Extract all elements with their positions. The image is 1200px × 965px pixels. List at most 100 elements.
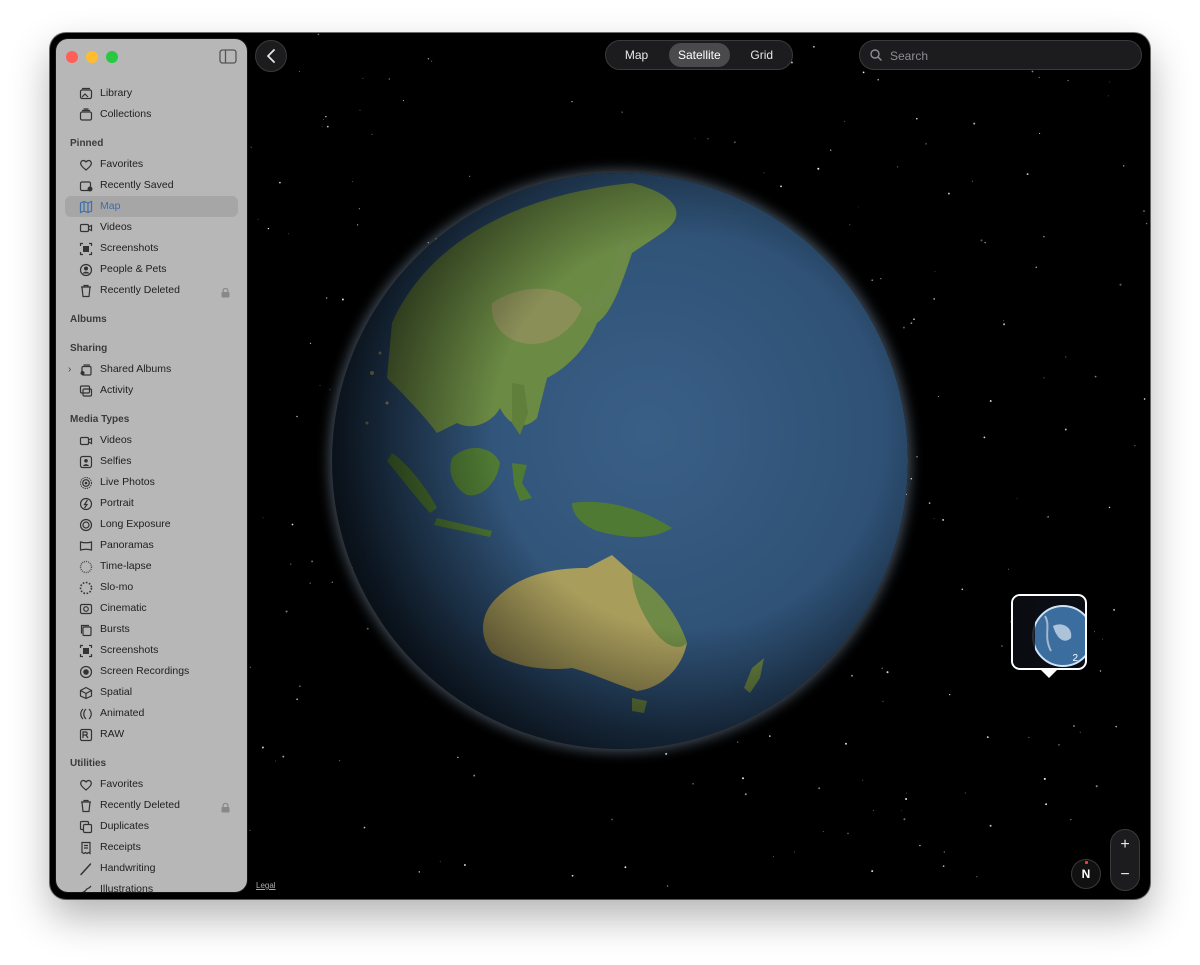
photos-window: Library Collections Pinned Favorites Recentl…: [50, 33, 1150, 899]
sidebar-item-label: Long Exposure: [100, 518, 171, 530]
long-exposure-icon: [79, 518, 93, 531]
close-button[interactable]: [66, 51, 78, 63]
sidebar-section-albums[interactable]: Albums: [56, 309, 247, 330]
tab-satellite[interactable]: Satellite: [668, 43, 730, 67]
receipt-icon: [79, 841, 93, 855]
back-button[interactable]: [255, 40, 287, 72]
sidebar-item-raw[interactable]: RAW: [56, 724, 247, 745]
heart-icon: [79, 778, 93, 791]
trash-icon: [79, 284, 93, 297]
sidebar-item-collections[interactable]: Collections: [56, 104, 247, 125]
sidebar-item-favorites[interactable]: Favorites: [56, 154, 247, 175]
sidebar-item-label: Portrait: [100, 497, 134, 509]
sidebar-item-favorites[interactable]: Favorites: [56, 774, 247, 795]
sidebar-item-recently-saved[interactable]: Recently Saved: [56, 175, 247, 196]
screenshot-icon: [79, 242, 93, 255]
photo-cluster-pin[interactable]: 2: [1011, 594, 1087, 670]
photo-count: 2: [1072, 653, 1078, 664]
video-icon: [79, 434, 93, 447]
tab-map[interactable]: Map: [616, 43, 657, 67]
view-mode-segmented-control: Map Satellite Grid: [605, 40, 793, 70]
sidebar-item-bursts[interactable]: Bursts: [56, 619, 247, 640]
heart-icon: [79, 158, 93, 171]
spatial-icon: [79, 686, 93, 699]
sidebar-section-pinned[interactable]: Pinned: [56, 133, 247, 154]
selfie-icon: [79, 455, 93, 468]
live-photo-icon: [79, 476, 93, 489]
sidebar-item-activity[interactable]: Activity: [56, 380, 247, 401]
person-icon: [79, 263, 93, 276]
sidebar-section-sharing[interactable]: Sharing: [56, 338, 247, 359]
sidebar-item-label: Animated: [100, 707, 145, 719]
sidebar-item-long-exposure[interactable]: Long Exposure: [56, 514, 247, 535]
sidebar-item-shared-albums[interactable]: › Shared Albums: [56, 359, 247, 380]
sidebar-item-time-lapse[interactable]: Time-lapse: [56, 556, 247, 577]
sidebar-item-panoramas[interactable]: Panoramas: [56, 535, 247, 556]
sidebar-item-portrait[interactable]: Portrait: [56, 493, 247, 514]
zoom-button[interactable]: [106, 51, 118, 63]
sidebar-item-label: Recently Deleted: [100, 284, 180, 296]
sidebar-item-slo-mo[interactable]: Slo-mo: [56, 577, 247, 598]
sidebar-item-live-photos[interactable]: Live Photos: [56, 472, 247, 493]
sidebar-item-label: Favorites: [100, 778, 144, 790]
sidebar-item-label: People & Pets: [100, 263, 167, 275]
search-bar[interactable]: [859, 40, 1142, 71]
minimize-button[interactable]: [86, 51, 98, 63]
sidebar-item-label: Shared Albums: [100, 363, 172, 375]
sidebar-item-label: Bursts: [100, 623, 130, 635]
legal-link[interactable]: Legal: [256, 881, 276, 890]
timelapse-icon: [79, 560, 93, 573]
sidebar-item-label: Slo-mo: [100, 581, 134, 593]
sidebar-item-duplicates[interactable]: Duplicates: [56, 816, 247, 837]
compass-button[interactable]: N: [1071, 859, 1101, 889]
duplicates-icon: [79, 820, 93, 833]
sidebar-item-screenshots[interactable]: Screenshots: [56, 238, 247, 259]
pin-pointer: [1041, 670, 1057, 678]
sidebar-item-label: Map: [100, 200, 121, 212]
search-input[interactable]: [888, 41, 1132, 71]
sidebar-section-media-types[interactable]: Media Types: [56, 409, 247, 430]
bursts-icon: [79, 623, 93, 636]
video-icon: [79, 221, 93, 234]
sidebar-item-screen-recordings[interactable]: Screen Recordings: [56, 661, 247, 682]
sidebar-item-map[interactable]: Map: [65, 196, 238, 217]
slomo-icon: [79, 581, 93, 594]
sidebar-item-label: Cinematic: [100, 602, 147, 614]
sidebar-item-cinematic[interactable]: Cinematic: [56, 598, 247, 619]
sidebar-item-handwriting[interactable]: Handwriting: [56, 858, 247, 879]
sidebar-item-label: Videos: [100, 221, 132, 233]
sidebar-item-label: RAW: [100, 728, 125, 740]
tab-grid[interactable]: Grid: [741, 43, 782, 67]
sidebar-item-videos[interactable]: Videos: [56, 430, 247, 451]
sidebar-item-label: Time-lapse: [100, 560, 152, 572]
compass-north-marker: [1085, 861, 1088, 864]
photo-library-icon: [79, 87, 93, 100]
sidebar-section-utilities[interactable]: Utilities: [56, 753, 247, 774]
sidebar-item-screenshots[interactable]: Screenshots: [56, 640, 247, 661]
sidebar-item-animated[interactable]: Animated: [56, 703, 247, 724]
illustration-icon: [79, 883, 93, 892]
sidebar-item-label: Live Photos: [100, 476, 155, 488]
zoom-out-button[interactable]: −: [1111, 860, 1139, 890]
sidebar-item-spatial[interactable]: Spatial: [56, 682, 247, 703]
sidebar-item-selfies[interactable]: Selfies: [56, 451, 247, 472]
zoom-in-button[interactable]: +: [1111, 830, 1139, 860]
sidebar-item-illustrations[interactable]: Illustrations: [56, 879, 247, 892]
trash-icon: [79, 799, 93, 812]
map-icon: [79, 200, 93, 213]
sidebar-item-receipts[interactable]: Receipts: [56, 837, 247, 858]
sidebar-item-label: Activity: [100, 384, 134, 396]
sidebar-item-label: Illustrations: [100, 883, 154, 892]
sidebar-item-people-and-pets[interactable]: People & Pets: [56, 259, 247, 280]
sidebar-item-videos[interactable]: Videos: [56, 217, 247, 238]
sidebar-item-recently-deleted[interactable]: Recently Deleted: [56, 280, 247, 301]
sidebar-item-label: Panoramas: [100, 539, 154, 551]
cinematic-icon: [79, 602, 93, 615]
handwriting-icon: [79, 862, 93, 875]
satellite-globe[interactable]: [332, 173, 908, 749]
disclosure-chevron-icon[interactable]: ›: [68, 359, 71, 380]
sidebar-item-label: Library: [100, 87, 133, 99]
sidebar-item-recently-deleted[interactable]: Recently Deleted: [56, 795, 247, 816]
sidebar-toggle-icon[interactable]: [219, 49, 237, 64]
sidebar-item-library[interactable]: Library: [56, 83, 247, 104]
